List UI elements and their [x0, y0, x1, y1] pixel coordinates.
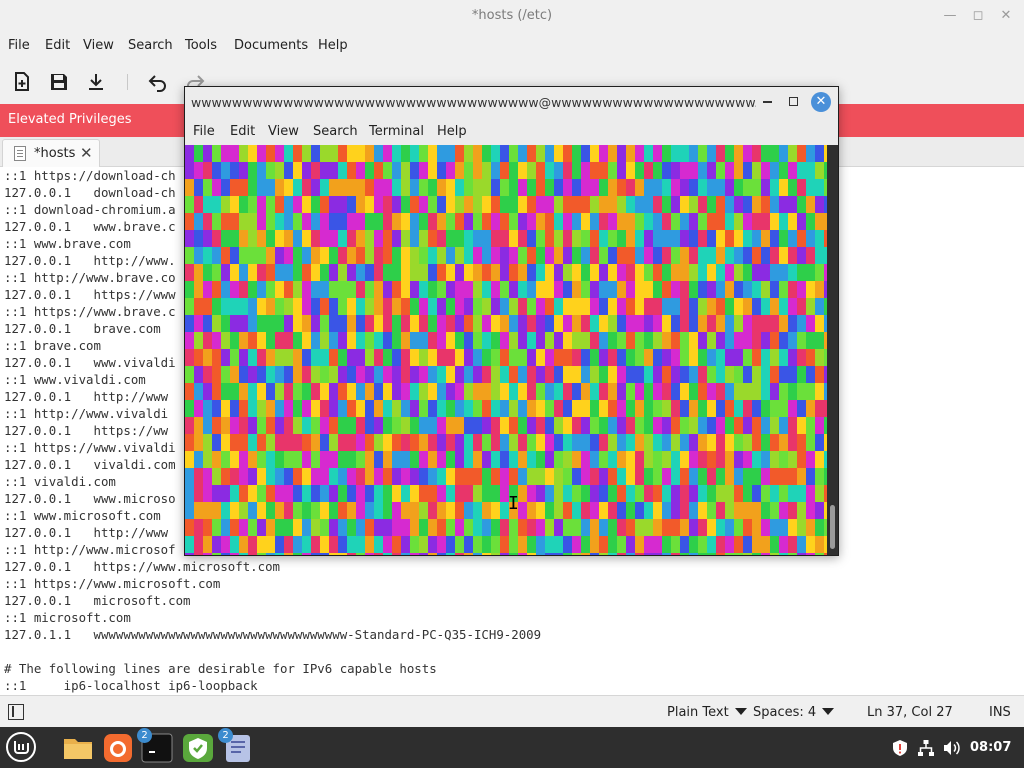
- editor-line: ::1 www.microsoft.com: [4, 508, 161, 523]
- tab-width-selector[interactable]: Spaces: 4: [753, 705, 835, 720]
- editor-line: ::1 https://www.vivaldi: [4, 440, 176, 455]
- text-editor-window-count: 2: [218, 728, 233, 743]
- scrollbar-thumb[interactable]: [830, 505, 835, 549]
- terminal-menu-edit[interactable]: Edit: [230, 124, 255, 139]
- editor-line: ::1 https://download-ch: [4, 168, 176, 183]
- menu-file[interactable]: File: [8, 38, 30, 53]
- chevron-down-icon: [734, 708, 747, 715]
- download-icon[interactable]: [84, 70, 108, 94]
- terminal-menu-search[interactable]: Search: [313, 124, 358, 139]
- undo-icon[interactable]: [146, 70, 170, 94]
- editor-line: ::1 ip6-localhost ip6-loopback: [4, 678, 258, 693]
- editor-line: 127.0.1.1 wwwwwwwwwwwwwwwwwwwwwwwwwwwwww…: [4, 627, 542, 642]
- terminal-menu-file[interactable]: File: [193, 124, 215, 139]
- editor-line: 127.0.0.1 http://www.: [4, 253, 176, 268]
- editor-menubar: File Edit View Search Tools Documents He…: [0, 32, 1024, 60]
- text-document-icon: [14, 146, 26, 161]
- menu-view[interactable]: View: [83, 38, 114, 53]
- clock[interactable]: 08:07: [970, 740, 1011, 755]
- editor-line: 127.0.0.1 http://www: [4, 525, 169, 540]
- editor-line: ::1 download-chromium.a: [4, 202, 176, 217]
- close-icon[interactable]: ✕: [998, 8, 1014, 24]
- editor-titlebar: *hosts (/etc) — ◻ ✕: [0, 0, 1024, 32]
- save-icon[interactable]: [47, 70, 71, 94]
- toolbar-separator: [127, 74, 128, 90]
- files-app-icon[interactable]: [62, 732, 94, 764]
- terminal-menu-terminal[interactable]: Terminal: [369, 124, 424, 139]
- editor-line: ::1 https://www.microsoft.com: [4, 576, 221, 591]
- editor-line: 127.0.0.1 www.brave.c: [4, 219, 176, 234]
- taskbar: 2 2 08:07: [0, 727, 1024, 768]
- terminal-window[interactable]: wwwwwwwwwwwwwwwwwwwwwwwwwwwwwwwwww@wwwww…: [184, 86, 839, 556]
- editor-line: 127.0.0.1 www.vivaldi: [4, 355, 176, 370]
- editor-line: 127.0.0.1 download-ch: [4, 185, 176, 200]
- terminal-menu-view[interactable]: View: [268, 124, 299, 139]
- firefox-app-icon[interactable]: [102, 732, 134, 764]
- menu-tools[interactable]: Tools: [185, 38, 217, 53]
- terminal-app-icon[interactable]: 2: [137, 728, 173, 764]
- terminal-window-count: 2: [137, 728, 152, 743]
- editor-line: # The following lines are desirable for …: [4, 661, 437, 676]
- maximize-icon[interactable]: ◻: [970, 8, 986, 24]
- network-tray-icon[interactable]: [916, 738, 936, 758]
- editor-line: ::1 http://www.vivaldi: [4, 406, 169, 421]
- menu-search[interactable]: Search: [128, 38, 173, 53]
- tab-width-label: Spaces: 4: [753, 705, 817, 720]
- terminal-titlebar: wwwwwwwwwwwwwwwwwwwwwwwwwwwwwwwwww@wwwww…: [185, 87, 838, 117]
- close-icon[interactable]: ✕: [811, 92, 831, 112]
- editor-line: 127.0.0.1 brave.com: [4, 321, 161, 336]
- text-cursor-icon: I: [508, 493, 519, 514]
- editor-line: 127.0.0.1 https://www.microsoft.com: [4, 559, 281, 574]
- minimize-icon[interactable]: [763, 101, 772, 103]
- terminal-screen[interactable]: I: [185, 145, 827, 555]
- side-panel-toggle-icon[interactable]: [8, 704, 24, 720]
- editor-line: 127.0.0.1 https://www: [4, 287, 176, 302]
- cursor-position: Ln 37, Col 27: [867, 705, 953, 720]
- terminal-menubar: File Edit View Search Terminal Help: [185, 117, 838, 145]
- editor-line: 127.0.0.1 vivaldi.com: [4, 457, 176, 472]
- terminal-menu-help[interactable]: Help: [437, 124, 467, 139]
- editor-line: ::1 http://www.brave.co: [4, 270, 176, 285]
- editor-line: ::1 vivaldi.com: [4, 474, 116, 489]
- banner-text: Elevated Privileges: [8, 112, 132, 127]
- editor-statusbar: Plain Text Spaces: 4 Ln 37, Col 27 INS: [0, 695, 1024, 727]
- maximize-icon[interactable]: [789, 97, 798, 106]
- editor-line: ::1 https://www.brave.c: [4, 304, 176, 319]
- terminal-scrollbar[interactable]: [827, 145, 838, 555]
- update-manager-app-icon[interactable]: [182, 732, 214, 764]
- language-label: Plain Text: [667, 705, 729, 720]
- tab-close-icon[interactable]: ✕: [80, 144, 93, 162]
- minimize-icon[interactable]: —: [942, 8, 958, 24]
- language-selector[interactable]: Plain Text: [667, 705, 747, 720]
- terminal-title: wwwwwwwwwwwwwwwwwwwwwwwwwwwwwwwwww@wwwww…: [191, 95, 756, 110]
- insert-mode: INS: [989, 705, 1011, 720]
- tab-hosts[interactable]: *hosts ✕: [2, 139, 100, 167]
- editor-line: 127.0.0.1 https://ww: [4, 423, 169, 438]
- editor-line: 127.0.0.1 microsoft.com: [4, 593, 191, 608]
- tab-label: *hosts: [34, 146, 76, 161]
- editor-line: ::1 www.brave.com: [4, 236, 131, 251]
- mint-menu-icon[interactable]: [5, 731, 37, 763]
- editor-line: ::1 www.vivaldi.com: [4, 372, 146, 387]
- chevron-down-icon: [822, 708, 835, 715]
- color-noise-output: [185, 145, 827, 555]
- volume-tray-icon[interactable]: [941, 738, 961, 758]
- menu-edit[interactable]: Edit: [45, 38, 70, 53]
- editor-line: 127.0.0.1 www.microso: [4, 491, 176, 506]
- editor-line: ::1 http://www.microsof: [4, 542, 176, 557]
- text-editor-app-icon[interactable]: 2: [218, 728, 254, 764]
- new-document-icon[interactable]: [10, 70, 34, 94]
- menu-documents[interactable]: Documents: [234, 38, 308, 53]
- menu-help[interactable]: Help: [318, 38, 348, 53]
- shield-tray-icon[interactable]: [890, 738, 910, 758]
- editor-line: 127.0.0.1 http://www: [4, 389, 169, 404]
- editor-line: ::1 microsoft.com: [4, 610, 131, 625]
- editor-line: ::1 brave.com: [4, 338, 101, 353]
- window-title: *hosts (/etc): [471, 8, 553, 23]
